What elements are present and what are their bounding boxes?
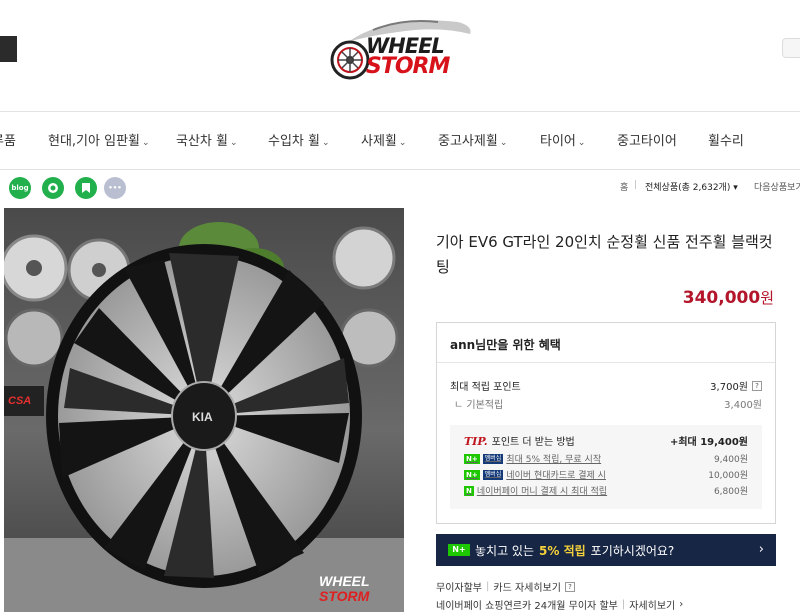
- breadcrumb-separator: |: [634, 180, 638, 190]
- nav-item-hyundai-kia[interactable]: 현대,기아 임판휠 ⌄: [48, 130, 150, 149]
- naver-plus-icon: N+: [448, 544, 470, 556]
- speech-bubble-icon: [48, 183, 58, 193]
- site-logo[interactable]: WHEEL STORM: [328, 12, 478, 82]
- membership-promo-banner[interactable]: N+ 놓치고 있는 5% 적립 포기하시겠어요? ›: [436, 534, 776, 566]
- breadcrumb-home[interactable]: 홈: [620, 180, 628, 193]
- tip-max-value: +최대 19,400원: [669, 437, 748, 448]
- max-points-row: 최대 적립 포인트 3,700원?: [450, 378, 762, 393]
- npay-installment-row: 네이버페이 쇼핑연르카 24개월 무이자 할부 | 자세히보기 ›: [436, 597, 684, 612]
- naver-plus-icon: N+: [464, 469, 480, 480]
- nav-item-tire[interactable]: 타이어 ⌄: [540, 130, 585, 149]
- nav-item-used-tire[interactable]: 중고타이어: [617, 130, 677, 149]
- breadcrumb-category[interactable]: 전체상품(총 2,632개) ▾: [645, 180, 738, 193]
- svg-text:STORM: STORM: [319, 588, 370, 604]
- svg-text:CSA: CSA: [8, 395, 31, 407]
- help-icon[interactable]: ?: [564, 581, 575, 592]
- product-title: 기아 EV6 GT라인 20인치 순정휠 신품 전주휠 블랙컷팅: [436, 233, 773, 276]
- side-panel-button[interactable]: [782, 38, 800, 58]
- next-product-link[interactable]: 다음상품보기: [754, 180, 800, 193]
- logo-storm-text: STORM: [366, 54, 450, 79]
- chevron-right-icon: ›: [679, 599, 684, 610]
- chevron-down-icon: ⌄: [499, 138, 508, 148]
- installment-row: 무이자할부 | 카드 자세히보기 ?: [436, 579, 575, 594]
- product-price: 340,000원: [682, 288, 774, 308]
- product-image[interactable]: CSA KIA WHEEL STORM: [4, 208, 404, 612]
- nav-item-all[interactable]: 루품: [0, 130, 16, 149]
- tip-title: TIP. 포인트 더 받는 방법: [464, 435, 575, 448]
- share-more-button[interactable]: •••: [104, 177, 126, 199]
- svg-text:WHEEL: WHEEL: [319, 573, 370, 589]
- basic-points-row: ㄴ 기본적립 3,400원: [454, 400, 762, 411]
- membership-badge: 멤버십: [482, 453, 504, 464]
- naver-plus-icon: N+: [464, 453, 480, 464]
- benefit-box: ann님만을 위한 혜택 최대 적립 포인트 3,700원? ㄴ 기본적립 3,…: [436, 322, 776, 524]
- nav-item-import[interactable]: 수입차 휠 ⌄: [268, 130, 330, 149]
- chevron-down-icon: ⌄: [229, 138, 238, 148]
- nav-item-wheel-repair[interactable]: 휠수리: [708, 130, 744, 149]
- chevron-down-icon: ▾: [733, 183, 738, 193]
- nav-item-used-aftermarket[interactable]: 중고사제휠 ⌄: [438, 130, 507, 149]
- menu-toggle-button[interactable]: [0, 36, 17, 62]
- help-icon[interactable]: ?: [752, 380, 762, 391]
- npay-details-link[interactable]: 자세히보기: [629, 597, 675, 612]
- header-divider: [0, 111, 800, 112]
- membership-badge: 멤버십: [482, 469, 504, 480]
- svg-text:KIA: KIA: [192, 410, 213, 424]
- share-blog-button[interactable]: blog: [9, 177, 31, 199]
- main-nav: 루품 현대,기아 임판휠⌄ 국산차 휠⌄ 수입차 휠⌄ 사제휠⌄ 중고사제휠⌄ …: [0, 122, 800, 162]
- bookmark-icon: [82, 183, 90, 193]
- chevron-down-icon: ⌄: [321, 138, 330, 148]
- tip-item[interactable]: N+ 멤버십 네이버 현대카드로 결제 시 10,000원: [464, 468, 748, 481]
- share-band-button[interactable]: [75, 177, 97, 199]
- chevron-down-icon: ⌄: [398, 138, 407, 148]
- nav-item-aftermarket[interactable]: 사제휠 ⌄: [361, 130, 406, 149]
- tip-box: TIP. 포인트 더 받는 방법 +최대 19,400원 N+ 멤버십 최대 5% 적…: [450, 425, 762, 509]
- nav-divider: [0, 169, 800, 170]
- tip-item[interactable]: N 네이버페이 머니 결제 시 최대 적립 6,800원: [464, 484, 748, 497]
- chevron-down-icon: ⌄: [142, 138, 150, 148]
- chevron-right-icon: ›: [758, 542, 764, 557]
- chevron-down-icon: ⌄: [577, 138, 586, 148]
- nav-item-domestic[interactable]: 국산차 휠 ⌄: [176, 130, 238, 149]
- tip-item[interactable]: N+ 멤버십 최대 5% 적립, 무료 시작 9,400원: [464, 452, 748, 465]
- wheel-photo: CSA KIA WHEEL STORM: [4, 208, 404, 612]
- naver-pay-icon: N: [464, 485, 474, 496]
- card-details-link[interactable]: 카드 자세히보기: [493, 579, 561, 594]
- benefit-header: ann님만을 위한 혜택: [437, 323, 775, 363]
- share-kakaostory-button[interactable]: [42, 177, 64, 199]
